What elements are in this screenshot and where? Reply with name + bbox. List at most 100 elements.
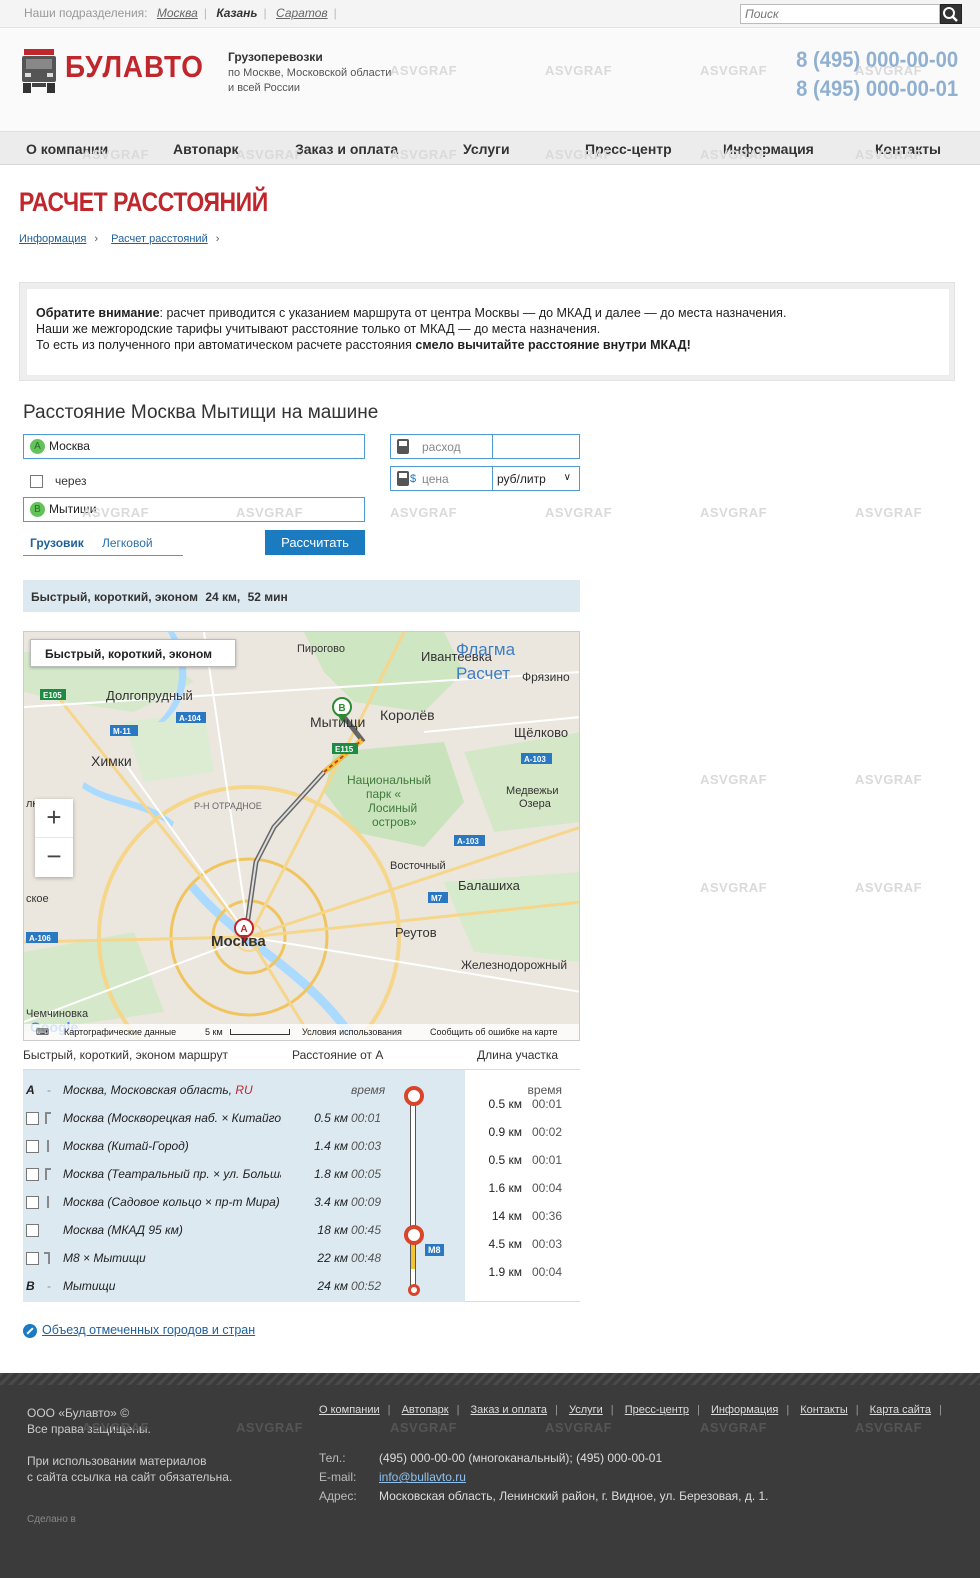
watermark: ASVGRAF <box>390 505 458 520</box>
footer-link[interactable]: Карта сайта <box>870 1404 931 1416</box>
leg-distance: 1.9 км <box>488 1265 522 1279</box>
avoid-checkbox[interactable] <box>26 1140 39 1153</box>
timeline-mkad-node <box>404 1225 424 1245</box>
logo[interactable]: БУЛАВТО <box>20 47 210 99</box>
watermark: ASVGRAF <box>545 505 613 520</box>
row-mark: B <box>26 1279 35 1293</box>
via-option[interactable]: через <box>30 474 87 489</box>
consumption-label: расход <box>422 440 461 454</box>
avoid-checkbox[interactable] <box>26 1168 39 1181</box>
route-timeline <box>410 1094 416 1290</box>
truck-logo-icon <box>22 49 56 93</box>
division-link-saratov[interactable]: Саратов <box>276 6 328 20</box>
footer-link[interactable]: Автопарк <box>402 1404 449 1416</box>
breadcrumb-distance[interactable]: Расчет расстояний <box>111 233 208 245</box>
notice-bold: Обратите внимание <box>36 306 160 320</box>
scale-bar <box>230 1029 290 1035</box>
route-summary: Быстрый, короткий, эконом 24 км, 52 мин <box>23 580 580 612</box>
tab-car[interactable]: Легковой <box>102 536 153 550</box>
watermark: ASVGRAF <box>855 1420 923 1435</box>
division-link-moscow[interactable]: Москва <box>157 6 198 20</box>
nav-item-order[interactable]: Заказ и оплата <box>295 141 398 157</box>
map-report-link[interactable]: Сообщить об ошибке на карте <box>430 1027 557 1037</box>
consumption-field[interactable]: расход <box>390 434 580 459</box>
calculate-button[interactable]: Рассчитать <box>265 530 365 555</box>
top-bar: Наши подразделения: Москва | Казань | Сара… <box>0 0 980 28</box>
leg-distance: 4.5 км <box>488 1237 522 1251</box>
timeline-start-node <box>404 1086 424 1106</box>
turn-left-icon <box>44 1252 50 1264</box>
leg-time: 00:01 <box>531 1153 562 1167</box>
footer-link[interactable]: Пресс-центр <box>625 1404 689 1416</box>
nav-item-about[interactable]: О компании <box>26 141 108 157</box>
timeline-end-node <box>408 1284 420 1296</box>
map-label: Щёлково <box>514 725 568 740</box>
search-button[interactable] <box>940 4 962 24</box>
road-shield: M-11 <box>113 727 131 736</box>
divisions-label: Наши подразделения: <box>24 6 148 20</box>
nav-item-press[interactable]: Пресс-центр <box>585 141 672 157</box>
zoom-in-button[interactable]: + <box>35 799 73 838</box>
map-label: Озера <box>519 798 552 810</box>
avoid-checkbox[interactable] <box>26 1252 39 1265</box>
map-canvas[interactable]: B A Пирогово Ивантеевка Фрязино Долгопру… <box>24 632 580 1041</box>
tab-truck[interactable]: Грузовик <box>30 536 84 550</box>
tel-label: Тел.: <box>319 1451 346 1465</box>
fuel-pump-icon <box>397 439 409 454</box>
footer-link[interactable]: О компании <box>319 1404 380 1416</box>
flagma-overlay: Флагма Расчет <box>456 638 515 686</box>
route-map[interactable]: B A Пирогово Ивантеевка Фрязино Долгопру… <box>23 631 580 1041</box>
nav-item-contacts[interactable]: Контакты <box>875 141 941 157</box>
avoid-checkbox[interactable] <box>26 1196 39 1209</box>
notice-line3-bold: смело вычитайте расстояние внутри МКАД! <box>415 338 691 352</box>
keyboard-icon[interactable]: ⌨ <box>36 1027 49 1038</box>
breadcrumb: Информация › Расчет расстояний › <box>19 233 220 245</box>
price-unit-select[interactable]: руб/литр <box>497 472 546 486</box>
price-label: цена <box>422 472 449 486</box>
map-label: Национальный <box>347 773 431 787</box>
turn-right-icon <box>45 1112 51 1124</box>
search-input[interactable] <box>740 4 940 24</box>
avoid-checkbox[interactable] <box>26 1112 39 1125</box>
map-label: Химки <box>91 753 132 769</box>
map-data-link[interactable]: Картографические данные <box>64 1027 176 1037</box>
from-field[interactable]: A Москва <box>23 434 365 459</box>
summary-time: 52 мин <box>247 590 288 604</box>
leg-distance: 1.6 км <box>488 1181 522 1195</box>
leg-time: 00:04 <box>531 1181 562 1195</box>
footer-link[interactable]: Услуги <box>569 1404 603 1416</box>
map-terms-link[interactable]: Условия использования <box>302 1027 402 1037</box>
via-checkbox[interactable] <box>30 475 43 489</box>
leg-time: 00:36 <box>531 1209 562 1223</box>
footer-link[interactable]: Контакты <box>800 1404 848 1416</box>
via-label: через <box>55 474 87 488</box>
tagline-line3: и всей России <box>228 82 300 94</box>
summary-type: Быстрый, короткий, эконом <box>31 590 198 604</box>
row-distance: 22 км <box>317 1251 348 1265</box>
map-label: Железнодорожный <box>461 958 567 972</box>
price-field[interactable]: $ цена руб/литр ∨ <box>390 466 580 491</box>
footer-link[interactable]: Информация <box>711 1404 778 1416</box>
row-time: время <box>351 1083 386 1097</box>
zoom-out-button[interactable]: − <box>35 838 73 877</box>
made-by[interactable]: Сделано в <box>27 1514 76 1525</box>
watermark: ASVGRAF <box>855 505 923 520</box>
flagma-line2: Расчет <box>456 664 511 683</box>
avoid-checkbox[interactable] <box>26 1224 39 1237</box>
phone-2: 8 (495) 000-00-01 <box>795 76 958 101</box>
nav-item-fleet[interactable]: Автопарк <box>173 141 239 157</box>
nav-item-services[interactable]: Услуги <box>463 141 510 157</box>
avoid-link-text[interactable]: Объезд отмеченных городов и стран <box>42 1323 255 1337</box>
footer-link[interactable]: Заказ и оплата <box>471 1404 548 1416</box>
row-distance: 18 км <box>317 1223 348 1237</box>
map-label: Долгопрудный <box>106 688 193 703</box>
breadcrumb-info[interactable]: Информация <box>19 233 86 245</box>
nav-item-info[interactable]: Информация <box>723 141 814 157</box>
to-field[interactable]: B Мытищи <box>23 497 365 522</box>
edit-icon <box>23 1323 37 1338</box>
calc-title: Расстояние Москва Мытищи на машине <box>23 402 379 423</box>
map-route-label[interactable]: Быстрый, короткий, эконом <box>30 639 236 667</box>
email-link[interactable]: info@bullavto.ru <box>379 1470 466 1484</box>
avoid-link[interactable]: Объезд отмеченных городов и стран <box>23 1323 255 1338</box>
map-label: Королёв <box>380 707 435 723</box>
